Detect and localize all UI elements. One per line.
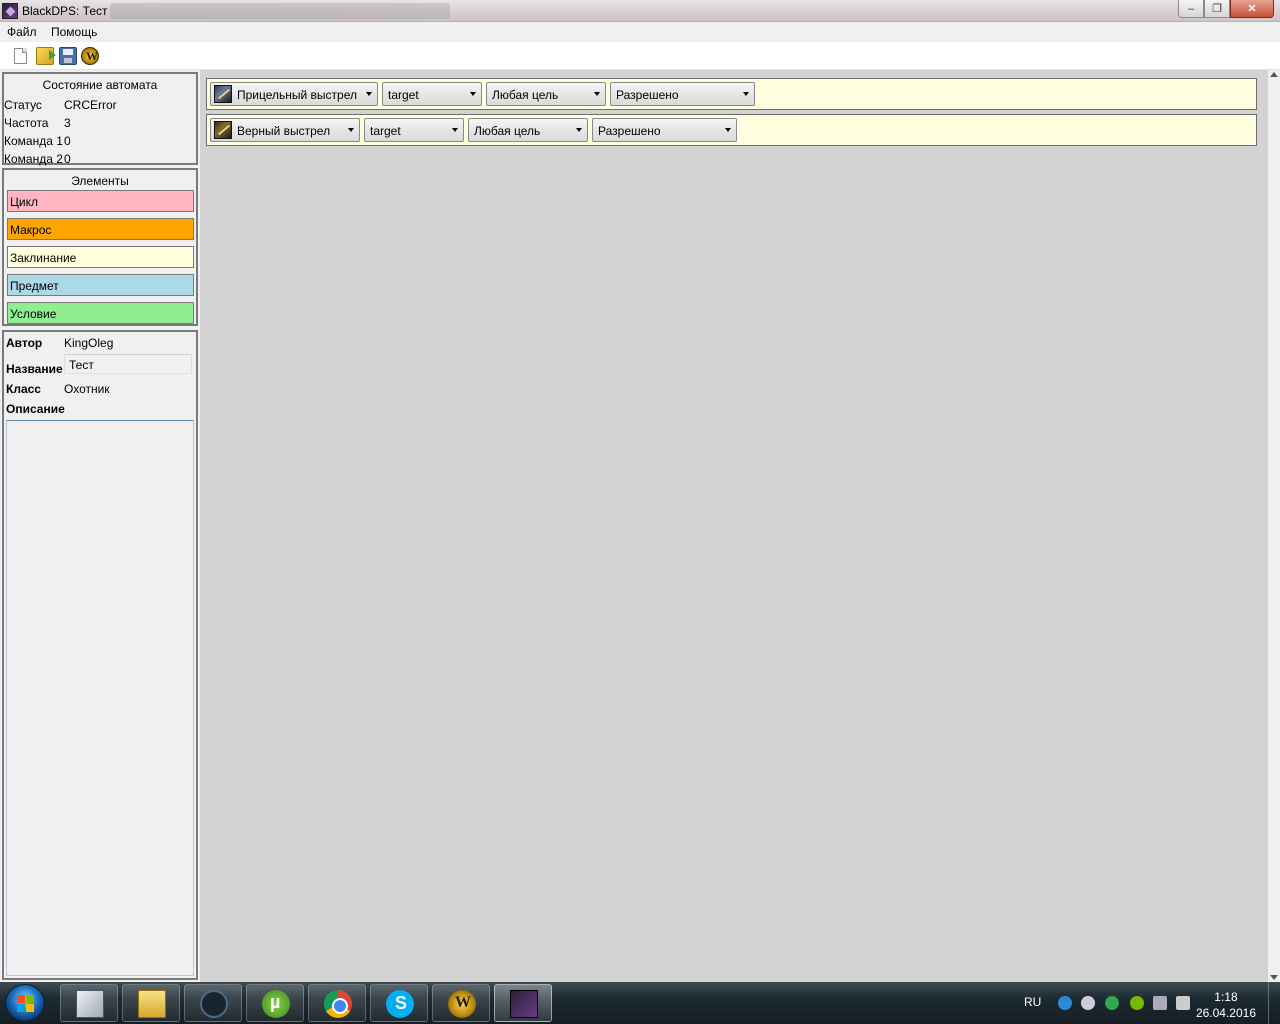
- filter-select-value: Любая цель: [474, 124, 541, 138]
- main-area[interactable]: Прицельный выстрел target Любая цель Раз…: [200, 70, 1268, 982]
- network-icon[interactable]: [1058, 996, 1072, 1010]
- taskbar-app-chrome[interactable]: [308, 984, 366, 1022]
- elements-panel: Элементы Цикл Макрос Заклинание Предмет …: [2, 168, 198, 326]
- save-icon[interactable]: [59, 47, 77, 65]
- target-select[interactable]: target: [382, 82, 482, 106]
- chevron-down-icon: [743, 92, 749, 96]
- element-macro[interactable]: Макрос: [7, 218, 194, 240]
- taskbar-app-folder[interactable]: [122, 984, 180, 1022]
- spell-select[interactable]: Верный выстрел: [210, 118, 360, 142]
- author-label: Автор: [6, 336, 43, 350]
- clock[interactable]: 1:18 26.04.2016: [1196, 989, 1256, 1021]
- target-select[interactable]: target: [364, 118, 464, 142]
- permission-select[interactable]: Разрешено: [610, 82, 755, 106]
- element-condition[interactable]: Условие: [7, 302, 194, 324]
- element-item[interactable]: Предмет: [7, 274, 194, 296]
- clock-date: 26.04.2016: [1195, 1006, 1256, 1020]
- filter-select[interactable]: Любая цель: [486, 82, 606, 106]
- eclipse-icon: [200, 990, 228, 1018]
- aimed-shot-icon: [214, 85, 232, 103]
- spell-select-value: Верный выстрел: [237, 124, 331, 138]
- state-title: Состояние автомата: [42, 78, 158, 92]
- info-panel: Автор KingOleg Название Тест Класс Охотн…: [2, 330, 198, 980]
- system-tray: RU 1:18 26.04.2016: [1010, 982, 1280, 1024]
- taskbar-app-blackdps[interactable]: [494, 984, 552, 1022]
- window-title: BlackDPS: Тест: [22, 4, 108, 18]
- wow-icon[interactable]: [81, 47, 99, 65]
- class-label: Класс: [6, 382, 41, 396]
- app-icon: [2, 3, 18, 19]
- action-center-icon[interactable]: [1176, 996, 1190, 1010]
- filter-select[interactable]: Любая цель: [468, 118, 588, 142]
- scroll-up-icon[interactable]: [1270, 72, 1278, 77]
- spell-row[interactable]: Прицельный выстрел target Любая цель Раз…: [206, 78, 1257, 110]
- nvidia-icon[interactable]: [1130, 996, 1144, 1010]
- show-desktop-button[interactable]: [1268, 982, 1280, 1024]
- chevron-down-icon: [366, 92, 372, 96]
- spell-select[interactable]: Прицельный выстрел: [210, 82, 378, 106]
- skype-icon: [386, 990, 414, 1018]
- chevron-down-icon: [576, 128, 582, 132]
- menu-bar: Файл Помощь: [0, 22, 1280, 42]
- chevron-down-icon: [452, 128, 458, 132]
- spell-row[interactable]: Верный выстрел target Любая цель Разреше…: [206, 114, 1257, 146]
- left-panel: Состояние автомата Статус CRCError Часто…: [0, 70, 200, 982]
- vertical-scrollbar[interactable]: [1268, 70, 1280, 982]
- start-button[interactable]: [5, 984, 45, 1022]
- element-spell[interactable]: Заклинание: [7, 246, 194, 268]
- explorer-app-icon: [76, 990, 104, 1018]
- shield-icon[interactable]: [1105, 996, 1119, 1010]
- name-label: Название: [6, 362, 63, 376]
- language-indicator[interactable]: RU: [1024, 995, 1041, 1009]
- clock-time: 1:18: [1214, 990, 1238, 1004]
- permission-select[interactable]: Разрешено: [592, 118, 737, 142]
- name-field[interactable]: Тест: [64, 354, 192, 374]
- taskbar-app-skype[interactable]: [370, 984, 428, 1022]
- volume-icon[interactable]: [1153, 996, 1167, 1010]
- description-label: Описание: [6, 402, 65, 416]
- new-document-icon[interactable]: [14, 48, 27, 64]
- scroll-down-icon[interactable]: [1270, 975, 1278, 980]
- state-panel: Состояние автомата Статус CRCError Часто…: [2, 72, 198, 166]
- description-field[interactable]: [6, 420, 194, 976]
- utorrent-icon: [262, 990, 290, 1018]
- close-button[interactable]: ✕: [1230, 0, 1274, 18]
- chevron-down-icon: [594, 92, 600, 96]
- chevron-down-icon: [725, 128, 731, 132]
- element-cycle[interactable]: Цикл: [7, 190, 194, 212]
- elements-title: Элементы: [71, 174, 129, 188]
- wow-icon: [448, 990, 476, 1018]
- background-window-tabs: [110, 3, 450, 19]
- toolbar: [0, 42, 1280, 70]
- menu-help[interactable]: Помощь: [51, 25, 97, 39]
- chrome-icon: [324, 990, 352, 1018]
- title-bar[interactable]: BlackDPS: Тест – ❐ ✕: [0, 0, 1280, 22]
- filter-select-value: Любая цель: [492, 88, 559, 102]
- spell-select-value: Прицельный выстрел: [237, 88, 358, 102]
- taskbar: RU 1:18 26.04.2016: [0, 982, 1280, 1024]
- class-value: Охотник: [64, 382, 110, 396]
- blackdps-icon: [510, 990, 538, 1018]
- steady-shot-icon: [214, 121, 232, 139]
- taskbar-app-eclipse[interactable]: [184, 984, 242, 1022]
- author-value: KingOleg: [64, 336, 114, 350]
- steam-icon[interactable]: [1081, 996, 1095, 1010]
- target-select-value: target: [370, 124, 401, 138]
- taskbar-app-explorer[interactable]: [60, 984, 118, 1022]
- open-folder-icon[interactable]: [36, 47, 56, 65]
- taskbar-app-utorrent[interactable]: [246, 984, 304, 1022]
- chevron-down-icon: [348, 128, 354, 132]
- taskbar-app-wow[interactable]: [432, 984, 490, 1022]
- minimize-button[interactable]: –: [1178, 0, 1204, 18]
- permission-select-value: Разрешено: [616, 88, 679, 102]
- folder-icon: [138, 990, 166, 1018]
- menu-file[interactable]: Файл: [7, 25, 37, 39]
- chevron-down-icon: [470, 92, 476, 96]
- maximize-button[interactable]: ❐: [1204, 0, 1230, 18]
- target-select-value: target: [388, 88, 419, 102]
- permission-select-value: Разрешено: [598, 124, 661, 138]
